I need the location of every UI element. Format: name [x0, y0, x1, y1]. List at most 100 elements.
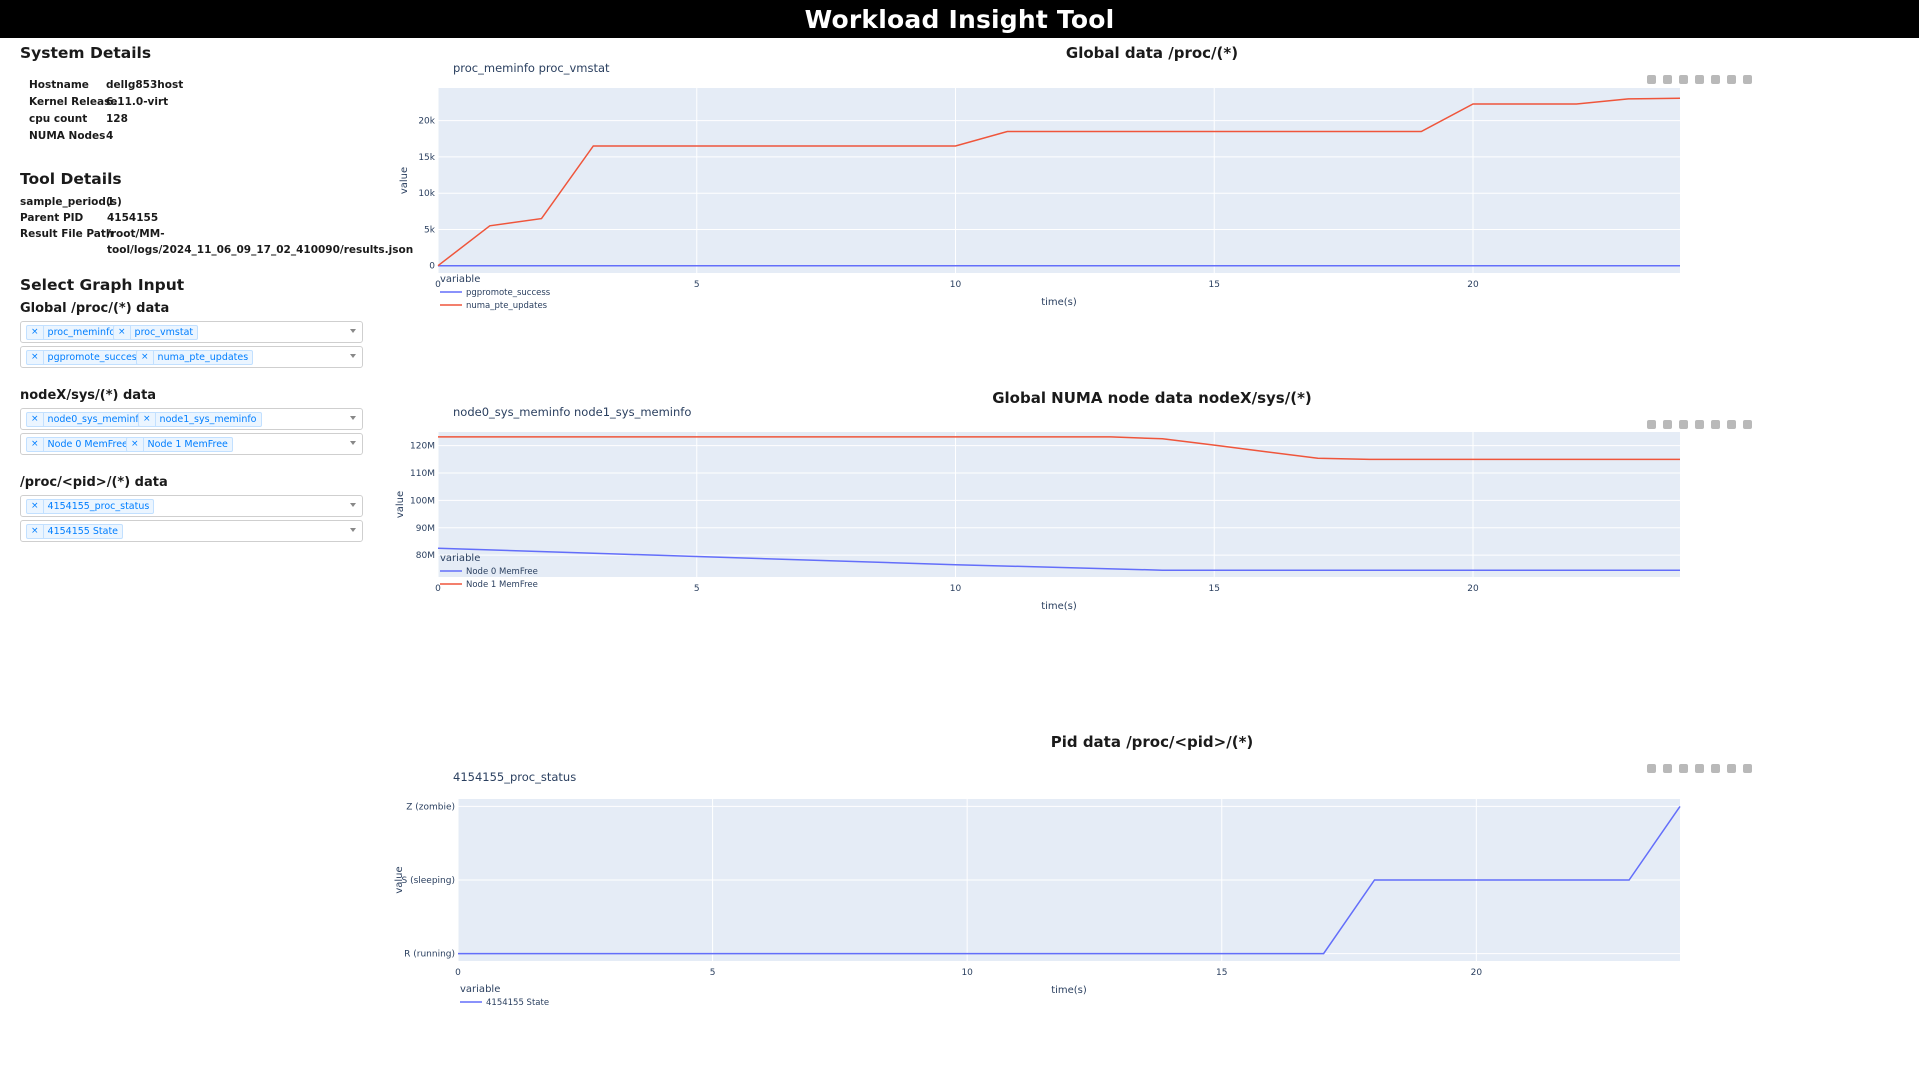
- selected-tag[interactable]: × pgpromote_success: [26, 350, 147, 365]
- selected-tag[interactable]: × proc_meminfo: [26, 325, 121, 340]
- selected-tag[interactable]: × node1_sys_meminfo: [138, 412, 262, 427]
- nodex-sys-field-select[interactable]: × Node 0 MemFree × Node 1 MemFree: [20, 433, 363, 455]
- remove-tag-icon[interactable]: ×: [27, 438, 44, 451]
- y-tick-label: 20k: [418, 117, 435, 127]
- selected-tag[interactable]: × 4154155_proc_status: [26, 499, 155, 514]
- line-chart[interactable]: 4154155_proc_status 0 5 10 15 20 R (running) S …: [385, 731, 1919, 1079]
- y-tick-label: S (sleeping): [402, 876, 456, 886]
- legend-title: variable: [440, 553, 480, 564]
- line-chart[interactable]: node0_sys_meminfo node1_sys_meminfo 0 5 10 1…: [385, 387, 1919, 727]
- line-chart[interactable]: proc_meminfo proc_vmstat0 5 10 15 2005k10k15…: [385, 42, 1919, 382]
- legend-item: pgpromote_success: [466, 288, 551, 298]
- parent-pid-label: Parent PID: [20, 212, 84, 224]
- remove-tag-icon[interactable]: ×: [137, 351, 154, 364]
- x-tick-label: 0: [435, 584, 441, 594]
- chevron-down-icon[interactable]: [350, 441, 356, 445]
- result-file-path-value: /root/MM-: [107, 228, 165, 240]
- cpu-count-value: 128: [106, 113, 128, 125]
- legend-item: 4154155 State: [486, 998, 549, 1008]
- x-tick-label: 10: [961, 968, 973, 978]
- kernel-release-value: 6.11.0-virt: [106, 96, 169, 108]
- chevron-down-icon[interactable]: [350, 503, 356, 507]
- remove-tag-icon[interactable]: ×: [139, 413, 156, 426]
- y-tick-label: 80M: [416, 551, 435, 561]
- x-axis-label: time(s): [1041, 601, 1077, 612]
- cpu-count-label: cpu count: [29, 113, 88, 125]
- x-axis-label: time(s): [1051, 985, 1087, 996]
- remove-tag-icon[interactable]: ×: [114, 326, 131, 339]
- hostname-label: Hostname: [29, 79, 89, 91]
- y-tick-label: 15k: [418, 153, 435, 163]
- remove-tag-icon[interactable]: ×: [127, 438, 144, 451]
- global-proc-file-select[interactable]: × proc_meminfo × proc_vmstat: [20, 321, 363, 343]
- selected-tag[interactable]: × Node 1 MemFree: [126, 437, 233, 452]
- y-axis-label: value: [394, 866, 405, 893]
- nodex-sys-label: nodeX/sys/(*) data: [20, 388, 157, 403]
- x-tick-label: 5: [694, 584, 700, 594]
- system-details-heading: System Details: [20, 44, 152, 62]
- y-tick-label: R (running): [404, 950, 455, 960]
- y-tick-label: Z (zombie): [406, 802, 455, 812]
- remove-tag-icon[interactable]: ×: [27, 525, 44, 538]
- chart-subtitle: node0_sys_meminfo node1_sys_meminfo: [453, 405, 691, 419]
- select-graph-input-heading: Select Graph Input: [20, 276, 185, 294]
- sample-period-value: 1: [107, 196, 115, 208]
- numa-nodes-value: 4: [106, 130, 114, 142]
- pid-proc-file-select[interactable]: × 4154155_proc_status: [20, 495, 363, 517]
- remove-tag-icon[interactable]: ×: [27, 500, 44, 513]
- selected-tag[interactable]: × node0_sys_meminfo: [26, 412, 150, 427]
- app-title: Workload Insight Tool: [804, 4, 1115, 34]
- x-tick-label: 10: [950, 280, 962, 290]
- chart-subtitle: 4154155_proc_status: [453, 770, 576, 784]
- legend-title: variable: [460, 984, 500, 995]
- y-tick-label: 5k: [424, 225, 436, 235]
- result-file-path-value-cont: tool/logs/2024_11_06_09_17_02_410090/res…: [107, 244, 414, 256]
- y-axis-label: value: [399, 167, 410, 194]
- y-tick-label: 0: [429, 262, 435, 272]
- x-axis-label: time(s): [1041, 297, 1077, 308]
- selected-tag[interactable]: × Node 0 MemFree: [26, 437, 133, 452]
- x-tick-label: 20: [1467, 584, 1479, 594]
- y-tick-label: 120M: [410, 442, 435, 452]
- remove-tag-icon[interactable]: ×: [27, 413, 44, 426]
- x-tick-label: 15: [1216, 968, 1227, 978]
- legend-item: Node 0 MemFree: [466, 567, 538, 577]
- x-tick-label: 10: [950, 584, 962, 594]
- x-tick-label: 5: [694, 280, 700, 290]
- x-tick-label: 15: [1209, 584, 1220, 594]
- x-tick-label: 0: [455, 968, 461, 978]
- y-tick-label: 110M: [410, 469, 435, 479]
- chart-subtitle: proc_meminfo proc_vmstat: [453, 61, 610, 75]
- pid-chart: Pid data /proc/<pid>/(*) 4154155_proc_st…: [385, 731, 1919, 1079]
- pid-proc-field-select[interactable]: × 4154155 State: [20, 520, 363, 542]
- legend-item: Node 1 MemFree: [466, 580, 538, 590]
- y-tick-label: 90M: [416, 524, 435, 534]
- chevron-down-icon[interactable]: [350, 329, 356, 333]
- numa-nodes-label: NUMA Nodes: [29, 130, 106, 142]
- remove-tag-icon[interactable]: ×: [27, 351, 44, 364]
- kernel-release-label: Kernel Release: [29, 96, 118, 108]
- nodex-sys-file-select[interactable]: × node0_sys_meminfo × node1_sys_meminfo: [20, 408, 363, 430]
- x-tick-label: 20: [1471, 968, 1483, 978]
- x-tick-label: 20: [1467, 280, 1479, 290]
- global-proc-chart: Global data /proc/(*) proc_meminfo proc_…: [385, 42, 1919, 382]
- y-axis-label: value: [395, 491, 406, 518]
- tool-details-heading: Tool Details: [20, 170, 122, 188]
- x-tick-label: 15: [1209, 280, 1220, 290]
- legend-title: variable: [440, 274, 480, 285]
- plot-area: [438, 88, 1680, 273]
- chevron-down-icon[interactable]: [350, 354, 356, 358]
- remove-tag-icon[interactable]: ×: [27, 326, 44, 339]
- result-file-path-label: Result File Path: [20, 228, 114, 240]
- pid-proc-label: /proc/<pid>/(*) data: [20, 475, 168, 490]
- global-proc-label: Global /proc/(*) data: [20, 301, 170, 316]
- selected-tag[interactable]: × proc_vmstat: [113, 325, 199, 340]
- chevron-down-icon[interactable]: [350, 528, 356, 532]
- y-tick-label: 100M: [410, 496, 435, 506]
- global-proc-field-select[interactable]: × pgpromote_success × numa_pte_updates: [20, 346, 363, 368]
- y-tick-label: 10k: [418, 189, 435, 199]
- selected-tag[interactable]: × 4154155 State: [26, 524, 124, 539]
- chevron-down-icon[interactable]: [350, 416, 356, 420]
- selected-tag[interactable]: × numa_pte_updates: [136, 350, 254, 365]
- x-tick-label: 5: [710, 968, 716, 978]
